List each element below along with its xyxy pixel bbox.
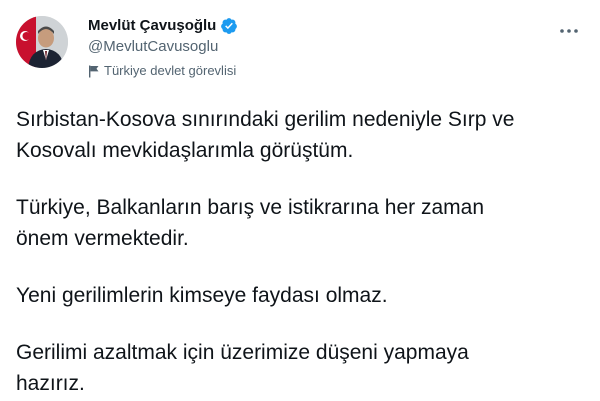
affiliation-label: Türkiye devlet görevlisi	[104, 63, 237, 78]
avatar-image	[16, 16, 68, 68]
tweet-card: Mevlüt Çavuşoğlu @MevlutCavusoglu Türkiy	[0, 0, 600, 401]
display-name-row: Mevlüt Çavuşoğlu	[88, 16, 238, 36]
author-display-name[interactable]: Mevlüt Çavuşoğlu	[88, 16, 216, 36]
tweet-paragraph: Gerilimi azaltmak için üzerimize düşeni …	[16, 341, 469, 395]
tweet-paragraph: Yeni gerilimlerin kimseye faydası olmaz.	[16, 284, 388, 307]
tweet-text: Sırbistan-Kosova sınırındaki gerilim ned…	[16, 104, 584, 399]
tweet-paragraph: Türkiye, Balkanların barış ve istikrarın…	[16, 196, 485, 250]
tweet-header: Mevlüt Çavuşoğlu @MevlutCavusoglu Türkiy	[12, 12, 588, 88]
tweet-paragraph: Sırbistan-Kosova sınırındaki gerilim ned…	[16, 108, 515, 162]
government-flag-icon	[88, 65, 100, 78]
avatar[interactable]	[16, 16, 68, 68]
more-options-button[interactable]	[556, 20, 582, 40]
affiliation-label-row: Türkiye devlet görevlisi	[88, 63, 238, 79]
author-info: Mevlüt Çavuşoğlu @MevlutCavusoglu Türkiy	[88, 16, 238, 79]
more-horizontal-icon	[559, 21, 579, 39]
verified-badge-icon	[220, 17, 238, 35]
author-handle[interactable]: @MevlutCavusoglu	[88, 37, 238, 57]
